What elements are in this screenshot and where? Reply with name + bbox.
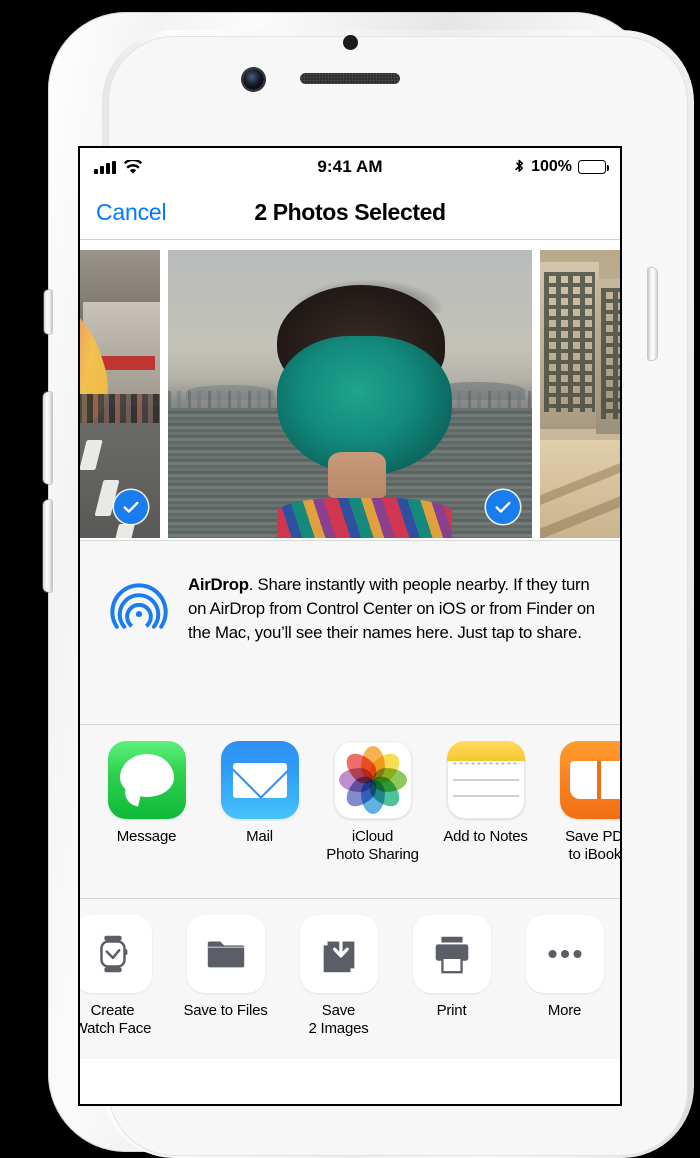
share-add-to-notes[interactable]: Add to Notes [429,741,542,846]
notes-app-icon [446,741,525,819]
battery-percent-label: 100% [531,158,572,175]
navigation-bar: Cancel 2 Photos Selected [80,186,620,240]
wifi-icon [123,159,143,175]
printer-icon [412,915,491,993]
photo-select-checkbox-checked[interactable] [486,490,520,524]
app-share-row[interactable]: Message Mail iCloud Photo Sharing Add to… [80,725,620,899]
airdrop-description: AirDrop. Share instantly with people nea… [188,565,598,724]
apple-watch-icon [80,915,152,993]
airdrop-body: . Share instantly with people nearby. If… [188,575,595,642]
action-item-label: Create Watch Face [80,1002,152,1038]
share-message[interactable]: Message [90,741,203,846]
battery-full-icon [578,160,609,174]
share-mail[interactable]: Mail [203,741,316,846]
share-save-pdf-to-ibooks[interactable]: Save PDF to iBooks [542,741,620,865]
action-create-watch-face[interactable]: Create Watch Face [80,915,169,1039]
status-bar-left [94,159,143,175]
status-bar-right: 100% [514,158,609,176]
share-item-label: Mail [246,828,273,845]
action-item-label: Print [436,1002,467,1019]
photo-thumbnail-buildings[interactable] [540,250,620,538]
bluetooth-icon [514,159,525,176]
messages-app-icon [107,741,186,819]
volume-down-button[interactable] [43,500,52,592]
teal-hair-photo [168,250,532,538]
checkmark-icon [495,501,511,513]
power-button[interactable] [648,268,657,360]
action-save-images[interactable]: Save 2 Images [282,915,395,1039]
action-item-label: Save 2 Images [308,1002,369,1038]
mail-app-icon [220,741,299,819]
share-item-label: Add to Notes [443,828,528,845]
proximity-sensor [343,35,358,50]
folder-icon [186,915,265,993]
action-item-label: Save to Files [183,1002,268,1019]
share-item-label: Save PDF to iBooks [565,828,620,864]
ellipsis-icon [525,915,604,993]
action-item-label: More [547,1002,582,1019]
action-more[interactable]: More [508,915,620,1020]
action-print[interactable]: Print [395,915,508,1020]
selected-photos-strip[interactable] [80,240,620,541]
photo-select-checkbox-checked[interactable] [114,490,148,524]
share-item-label: Message [116,828,177,845]
cellular-signal-icon [94,160,116,174]
cancel-button[interactable]: Cancel [96,199,167,226]
action-save-to-files[interactable]: Save to Files [169,915,282,1020]
photos-app-icon [333,741,412,819]
share-icloud-photo-sharing[interactable]: iCloud Photo Sharing [316,741,429,865]
airdrop-icon [102,565,188,724]
share-item-label: iCloud Photo Sharing [326,828,419,864]
save-download-icon [299,915,378,993]
photo-thumbnail-street-scene[interactable] [80,250,160,538]
photo-thumbnail-teal-hair[interactable] [168,250,532,538]
airdrop-title: AirDrop [188,575,249,594]
checkmark-icon [123,501,139,513]
mute-switch[interactable] [44,290,52,334]
airdrop-section[interactable]: AirDrop. Share instantly with people nea… [80,541,620,725]
status-bar: 9:41 AM 100% [80,148,620,186]
buildings-photo [540,250,620,538]
volume-up-button[interactable] [43,392,52,484]
front-camera [243,69,264,90]
earpiece-speaker [300,73,400,84]
ibooks-app-icon [559,741,620,819]
phone-screen: 9:41 AM 100% Cancel 2 Photos Selected Ai… [80,148,620,1104]
action-row[interactable]: Create Watch Face Save to Files Save 2 I… [80,899,620,1059]
